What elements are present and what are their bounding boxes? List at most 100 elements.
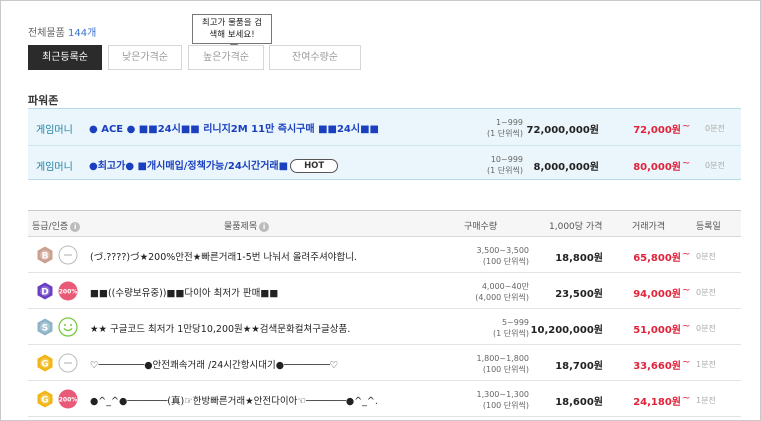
tilde-mark: ~ [682, 357, 691, 368]
registered-time: 1분전 [696, 360, 716, 369]
cert-text: 200% [59, 289, 78, 296]
item-title-link[interactable]: ■■((수량보유중))■■다이아 최저가 판매■■ [90, 285, 278, 299]
cert-text: 200% [59, 397, 78, 404]
registered-time: 0분전 [696, 324, 716, 333]
item-title-link[interactable]: ★★ 구글코드 최저가 1만당10,200원★★검색문화컬쳐구글상품. [90, 321, 350, 335]
qty-range: 4,000~40만 [481, 282, 529, 291]
no-certification-icon [58, 353, 78, 373]
qty-range: 3,500~3,500 [476, 246, 529, 255]
registered-time: 0분전 [705, 161, 725, 170]
info-icon[interactable]: i [70, 222, 81, 232]
item-title-link[interactable]: (づ.????)づ★200%안전★빠른거래1-5번 나눠서 올려주셔야합니. [90, 249, 357, 263]
grade-letter: S [42, 324, 48, 334]
quantity-range: 5~999 (1 단위씩) [493, 317, 529, 339]
quantity-range: 1,800~1,800 (100 단위씩) [476, 353, 529, 375]
total-count-value: 144개 [68, 28, 97, 39]
powerzone-row[interactable]: 게임머니 ●최고가● ■개시매입/정책가능/24시간거래■ HOT 10~999 … [28, 145, 741, 181]
qty-range: 1,300~1,300 [476, 390, 529, 399]
qty-unit: (1 단위씩) [493, 329, 529, 338]
qty-range: 1~999 [495, 118, 523, 127]
grade-letter: G [41, 396, 48, 406]
item-title-text: ●최고가● ■개시매입/정책가능/24시간거래■ [89, 161, 289, 172]
quantity-range: 1~999 (1 단위씩) [487, 117, 523, 139]
qty-range: 5~999 [501, 318, 529, 327]
item-title-link[interactable]: ♡────────●안전쾌속거래 /24시간항시대기●────────♡ [90, 357, 338, 371]
header-grade-label: 등급/인증 [32, 222, 69, 232]
price-per-1000: 18,600원 [555, 397, 603, 408]
grade-badge-icon: B [36, 245, 54, 265]
list-item[interactable]: D 200% ■■((수량보유중))■■다이아 최저가 판매■■ 4,000~40만 (… [28, 273, 741, 309]
deal-price: 24,180원 [633, 397, 681, 408]
price-per-1000: 8,000,000원 [533, 162, 599, 173]
list-item[interactable]: S ★★ 구글코드 최저가 1만당10,200원★★검색문화컬쳐구글상품. 5~99… [28, 309, 741, 345]
qty-unit: (1 단위씩) [487, 129, 523, 138]
price-per-1000: 10,200,000원 [530, 325, 603, 336]
header-qty: 구매수량 [464, 222, 498, 232]
header-title-label: 물품제목 [224, 222, 258, 232]
deal-price: 51,000원 [633, 325, 681, 336]
grade-letter: B [42, 252, 49, 262]
price-per-1000: 18,700원 [555, 361, 603, 372]
tilde-mark: ~ [682, 249, 691, 260]
grade-badge-icon: G [36, 353, 54, 373]
qty-unit: (100 단위씩) [482, 401, 529, 410]
tooltip-line-1: 최고가 물품을 검 [201, 18, 263, 28]
powerzone: 게임머니 ● ACE ● ■■24시■■ 리니지2M 11만 즉시구매 ■■24… [28, 108, 741, 180]
qty-unit: (100 단위씩) [482, 365, 529, 374]
tilde-mark: ~ [682, 321, 691, 332]
price-per-1000: 72,000,000원 [526, 125, 599, 136]
tilde-mark: ~ [682, 393, 691, 404]
registered-time: 0분전 [696, 288, 716, 297]
tab-high-price[interactable]: 높은가격순 [188, 45, 264, 70]
no-certification-icon [58, 245, 78, 265]
qty-range: 10~999 [490, 155, 523, 164]
category-label: 게임머니 [36, 125, 73, 136]
tooltip-line-2: 색해 보세요! [209, 30, 255, 40]
header-title: 물품제목 i [224, 219, 270, 232]
deal-price: 80,000원 [633, 162, 681, 173]
powerzone-title: 파워존 [28, 94, 59, 107]
qty-unit: (4,000 단위씩) [475, 293, 529, 302]
hot-badge: HOT [290, 159, 339, 173]
deal-price: 65,800원 [633, 253, 681, 264]
deal-price: 94,000원 [633, 289, 681, 300]
tab-remaining-qty[interactable]: 잔여수량순 [269, 45, 361, 70]
grade-badge-icon: G [36, 389, 54, 409]
grade-letter: D [41, 288, 48, 298]
certification-200-icon: 200% [58, 389, 78, 409]
item-title-link[interactable]: ● ACE ● ■■24시■■ 리니지2M 11만 즉시구매 ■■24시■■ [89, 120, 379, 135]
tilde-mark: ~ [682, 121, 691, 132]
grade-badge-icon: S [36, 317, 54, 337]
total-count: 전체물품 144개 [28, 24, 96, 39]
highest-price-tooltip: 최고가 물품을 검 색해 보세요! [192, 14, 272, 49]
header-time: 등록일 [696, 222, 721, 232]
item-title-link[interactable]: ●^_^●───────(真)☞한방빠른거래★안전다이아☜───────●^_^… [90, 393, 378, 407]
list-item[interactable]: B (づ.????)づ★200%안전★빠른거래1-5번 나눠서 올려주셔야합니. 3… [28, 237, 741, 273]
list-item[interactable]: G ♡────────●안전쾌속거래 /24시간항시대기●────────♡ 1,8… [28, 345, 741, 381]
qty-range: 1,800~1,800 [476, 354, 529, 363]
quantity-range: 10~999 (1 단위씩) [487, 154, 523, 176]
header-unit-price: 거래가격 [632, 222, 666, 232]
tab-recent[interactable]: 최근등록순 [28, 45, 102, 70]
total-label: 전체물품 [28, 28, 65, 39]
smile-certification-icon [58, 317, 78, 337]
header-price: 1,000당 가격 [549, 222, 603, 232]
deal-price: 72,000원 [633, 125, 681, 136]
price-per-1000: 18,800원 [555, 253, 603, 264]
price-per-1000: 23,500원 [555, 289, 603, 300]
tab-low-price[interactable]: 낮은가격순 [108, 45, 182, 70]
info-icon[interactable]: i [259, 222, 270, 232]
registered-time: 0분전 [705, 124, 725, 133]
list-header: 등급/인증 i 물품제목 i 구매수량 1,000당 가격 거래가격 등록일 [28, 211, 741, 237]
quantity-range: 3,500~3,500 (100 단위씩) [476, 245, 529, 267]
certification-200-icon: 200% [58, 281, 78, 301]
powerzone-row[interactable]: 게임머니 ● ACE ● ■■24시■■ 리니지2M 11만 즉시구매 ■■24… [28, 109, 741, 145]
item-title-link[interactable]: ●최고가● ■개시매입/정책가능/24시간거래■ HOT [89, 157, 339, 173]
header-grade: 등급/인증 i [32, 219, 81, 232]
list-item[interactable]: G 200% ●^_^●───────(真)☞한방빠른거래★안전다이아☜──────… [28, 381, 741, 417]
registered-time: 1분전 [696, 396, 716, 405]
item-list: 등급/인증 i 물품제목 i 구매수량 1,000당 가격 거래가격 등록일 B (づ… [28, 210, 741, 417]
grade-badge-icon: D [36, 281, 54, 301]
grade-letter: G [41, 360, 48, 370]
category-label: 게임머니 [36, 162, 73, 173]
